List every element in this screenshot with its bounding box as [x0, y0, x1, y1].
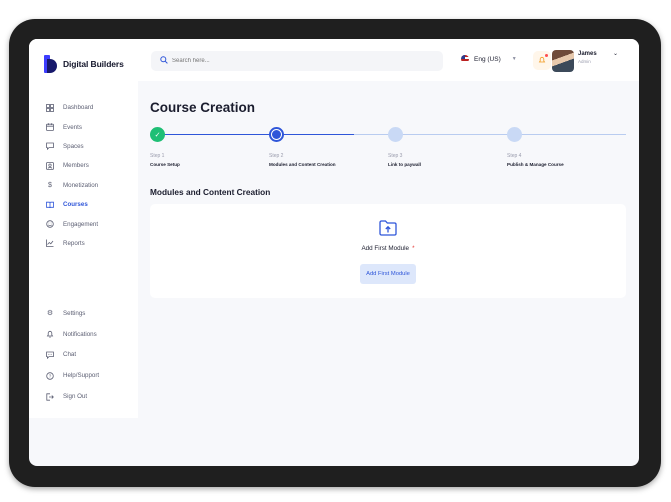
user-info[interactable]: James Admin — [578, 51, 597, 64]
sign-out-icon — [46, 392, 54, 401]
section-title: Modules and Content Creation — [150, 187, 271, 197]
user-role: Admin — [578, 59, 591, 64]
required-mark: * — [412, 245, 415, 252]
sidebar-item-members[interactable]: Members — [46, 156, 98, 175]
dollar-icon: $ — [48, 181, 52, 189]
sidebar-item-courses[interactable]: Courses — [46, 195, 98, 214]
members-icon — [46, 161, 54, 170]
sidebar-item-label: Courses — [63, 201, 88, 209]
course-stepper: ✓ Step 1 Course Setup Step 2 Modules and… — [150, 127, 626, 167]
search-icon — [160, 56, 168, 66]
step-3-indicator[interactable] — [388, 127, 403, 142]
bell-icon — [538, 56, 546, 66]
sidebar-item-engagement[interactable]: Engagement — [46, 214, 98, 233]
modules-card: Add First Module * Add First Module — [150, 204, 626, 298]
sidebar-item-label: Members — [63, 162, 89, 170]
logo-mark-icon — [44, 55, 58, 73]
sidebar-item-monetization[interactable]: $ Monetization — [46, 176, 98, 195]
bell-icon — [46, 330, 54, 338]
search-bar[interactable] — [151, 51, 443, 71]
sidebar-item-notifications[interactable]: Notifications — [46, 324, 99, 345]
step-3-label: Link to paywall — [388, 162, 421, 167]
add-module-label: Add First Module * — [150, 245, 626, 252]
add-first-module-button[interactable]: Add First Module — [360, 264, 416, 284]
sidebar-item-events[interactable]: Events — [46, 117, 98, 136]
step-3-number: Step 3 — [388, 153, 403, 159]
gear-icon: ⚙ — [46, 310, 54, 318]
step-1-check-icon[interactable]: ✓ — [150, 127, 165, 142]
notification-dot — [545, 54, 548, 57]
step-2-current-indicator[interactable] — [269, 127, 284, 142]
sidebar-item-chat[interactable]: Chat — [46, 345, 99, 366]
top-bar: Eng (US) ▼ James Admin ⌄ — [138, 39, 639, 81]
step-1-label: Course Setup — [150, 162, 180, 167]
avatar[interactable] — [552, 50, 574, 72]
sidebar-item-settings[interactable]: ⚙ Settings — [46, 303, 99, 324]
book-icon — [46, 201, 54, 209]
sidebar-item-label: Chat — [63, 351, 77, 359]
language-selector[interactable]: Eng (US) ▼ — [461, 55, 517, 63]
user-name: James — [578, 51, 597, 57]
folder-upload-icon — [379, 220, 397, 236]
sidebar-item-reports[interactable]: Reports — [46, 234, 98, 253]
help-icon: ? — [46, 372, 54, 380]
sidebar-item-help-support[interactable]: ? Help/Support — [46, 365, 99, 386]
step-2-label: Modules and Content Creation — [269, 162, 336, 167]
search-input[interactable] — [172, 58, 422, 64]
sidebar-item-label: Notifications — [63, 330, 97, 338]
app-screen: Digital Builders Dashboard Events Spaces — [29, 39, 639, 466]
step-4-indicator[interactable] — [507, 127, 522, 142]
sidebar-main-nav: Dashboard Events Spaces Members $ Moneti… — [46, 98, 98, 253]
sidebar-item-sign-out[interactable]: Sign Out — [46, 386, 99, 407]
chat-icon — [46, 351, 54, 359]
step-1-number: Step 1 — [150, 153, 165, 159]
brand-name: Digital Builders — [63, 59, 124, 69]
add-module-text: Add First Module — [361, 245, 410, 252]
calendar-icon — [46, 123, 54, 131]
sidebar-item-label: Spaces — [63, 142, 84, 150]
sidebar-item-label: Monetization — [63, 181, 99, 189]
sidebar-item-label: Dashboard — [63, 104, 94, 112]
language-label: Eng (US) — [474, 55, 501, 63]
step-4-label: Publish & Manage Course — [507, 162, 564, 167]
sidebar-item-label: Reports — [63, 239, 85, 247]
sidebar-item-spaces[interactable]: Spaces — [46, 137, 98, 156]
sidebar-bottom-nav: ⚙ Settings Notifications Chat ? Help/Sup — [46, 303, 99, 407]
svg-text:?: ? — [49, 373, 52, 378]
engagement-icon — [46, 220, 54, 228]
chat-bubble-icon — [46, 142, 54, 151]
page-title: Course Creation — [150, 100, 256, 115]
brand-logo[interactable]: Digital Builders — [44, 55, 124, 73]
step-2-number: Step 2 — [269, 153, 284, 159]
sidebar: Digital Builders Dashboard Events Spaces — [29, 39, 138, 418]
step-4-number: Step 4 — [507, 153, 522, 159]
sidebar-item-dashboard[interactable]: Dashboard — [46, 98, 98, 117]
stepper-progress-line — [158, 134, 354, 135]
dashboard-icon — [46, 103, 54, 112]
chart-icon — [46, 239, 54, 248]
notification-button[interactable] — [533, 51, 551, 70]
sidebar-item-label: Sign Out — [63, 393, 88, 401]
sidebar-item-label: Help/Support — [63, 372, 100, 380]
user-menu-chevron-icon[interactable]: ⌄ — [613, 50, 618, 57]
sidebar-item-label: Events — [63, 123, 82, 131]
sidebar-item-label: Engagement — [63, 220, 99, 228]
sidebar-item-label: Settings — [63, 309, 86, 317]
us-flag-icon — [461, 55, 469, 63]
chevron-down-icon: ▼ — [511, 56, 517, 62]
